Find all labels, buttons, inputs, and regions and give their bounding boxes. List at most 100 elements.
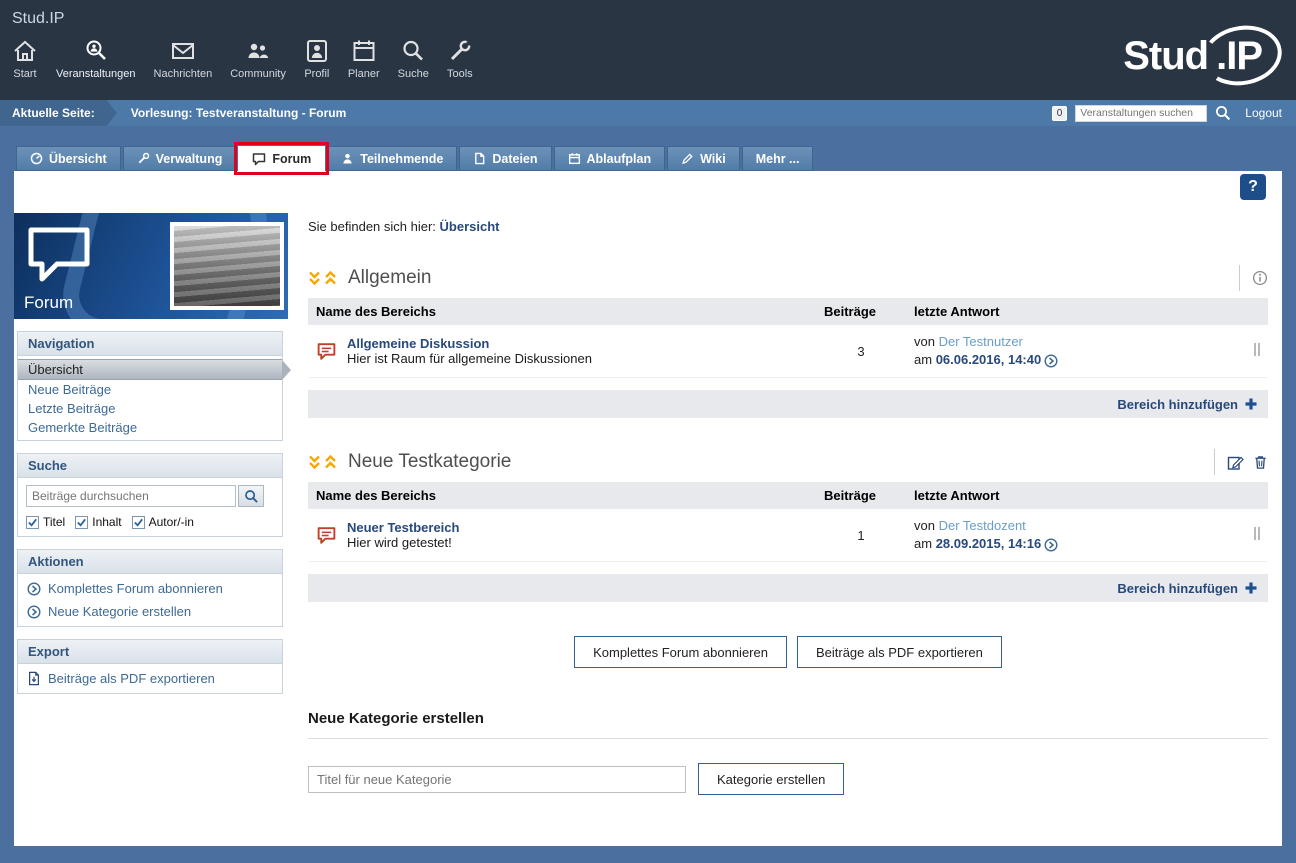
edit-icon[interactable] [1227, 454, 1244, 471]
posts-count: 3 [816, 325, 906, 378]
expand-all-icon[interactable] [324, 271, 337, 286]
nav-item-suche[interactable]: Suche [398, 36, 429, 80]
goto-post-icon[interactable] [1044, 354, 1058, 368]
tab-dateien[interactable]: Dateien [459, 146, 551, 171]
tab-label: Mehr ... [756, 152, 800, 166]
tab-forum[interactable]: Forum [238, 146, 325, 171]
export-pdf-button[interactable]: Beiträge als PDF exportieren [797, 636, 1002, 668]
nav-item-nachrichten[interactable]: Nachrichten [154, 36, 213, 80]
collapse-all-icon[interactable] [308, 271, 321, 286]
subscribe-forum-link[interactable]: Komplettes Forum abonnieren [18, 577, 282, 600]
forum-banner: Forum [14, 213, 288, 319]
main-nav: Start Veranstaltungen Nachrichten Commun… [12, 36, 473, 80]
admin-icon [137, 152, 150, 165]
checkbox-label: Titel [43, 515, 65, 529]
column-header-name: Name des Bereichs [308, 298, 816, 325]
wrench-icon [447, 36, 473, 64]
forum-bubble-icon [24, 223, 104, 290]
create-category-button[interactable]: Kategorie erstellen [698, 763, 844, 795]
last-post-link[interactable]: 06.06.2016, 14:40 [936, 352, 1042, 367]
row-drag-handle[interactable] [1254, 343, 1260, 356]
tab-uebersicht[interactable]: Übersicht [16, 146, 121, 171]
studip-logo: Stud.IP [1123, 34, 1270, 79]
arrow-circle-icon [27, 582, 41, 596]
course-search-input[interactable] [1075, 105, 1207, 122]
area-description: Hier wird getestet! [347, 535, 452, 550]
action-label: Neue Kategorie erstellen [48, 604, 191, 619]
nav-item-tools[interactable]: Tools [447, 36, 473, 80]
export-pdf-link[interactable]: Beiträge als PDF exportieren [18, 667, 282, 690]
search-icon[interactable] [1215, 105, 1231, 121]
sidebar-item-uebersicht[interactable]: Übersicht [18, 359, 282, 380]
sidebar: Forum Navigation Übersicht Neue Beiträge… [14, 213, 288, 816]
column-header-answer: letzte Antwort [906, 482, 1246, 509]
participants-icon [341, 152, 354, 165]
last-post-link[interactable]: 28.09.2015, 14:16 [936, 536, 1042, 551]
schedule-icon [568, 152, 581, 165]
info-icon[interactable] [1252, 270, 1268, 286]
area-link[interactable]: Allgemeine Diskussion [347, 336, 592, 351]
actions-box-header: Aktionen [18, 550, 282, 574]
nav-label: Tools [447, 68, 473, 80]
checkbox-autor[interactable] [132, 516, 145, 529]
add-area-link[interactable]: Bereich hinzufügen [1117, 581, 1258, 596]
logout-link[interactable]: Logout [1245, 106, 1282, 120]
tab-teilnehmende[interactable]: Teilnehmende [327, 146, 457, 171]
tab-bar: Übersicht Verwaltung Forum Teilnehmende … [16, 146, 1296, 171]
nav-item-profil[interactable]: Profil [304, 36, 330, 80]
user-link[interactable]: Der Testnutzer [939, 334, 1023, 349]
add-area-link[interactable]: Bereich hinzufügen [1117, 397, 1258, 412]
tab-wiki[interactable]: Wiki [667, 146, 740, 171]
goto-post-icon[interactable] [1044, 538, 1058, 552]
nav-item-community[interactable]: Community [230, 36, 286, 80]
create-category-link[interactable]: Neue Kategorie erstellen [18, 600, 282, 623]
tab-label: Verwaltung [156, 152, 223, 166]
lecture-hall-photo [170, 222, 284, 310]
nav-item-planer[interactable]: Planer [348, 36, 380, 80]
navigation-box-header: Navigation [18, 332, 282, 356]
navigation-list: Übersicht Neue Beiträge Letzte Beiträge … [18, 356, 282, 440]
new-category-title-input[interactable] [308, 766, 686, 793]
sidebar-item-neue-beitraege[interactable]: Neue Beiträge [18, 380, 282, 399]
tab-mehr[interactable]: Mehr ... [742, 146, 814, 171]
location-line: Sie befinden sich hier: Übersicht [308, 219, 1268, 234]
forum-search-button[interactable] [238, 485, 264, 507]
answer-by-prefix: von [914, 518, 935, 533]
checkbox-inhalt[interactable] [75, 516, 88, 529]
checkbox-titel[interactable] [26, 516, 39, 529]
nav-label: Veranstaltungen [56, 68, 136, 80]
category-footer: Bereich hinzufügen [308, 574, 1268, 602]
expand-all-icon[interactable] [324, 455, 337, 470]
files-icon [473, 152, 486, 165]
tab-label: Forum [272, 152, 311, 166]
location-link-uebersicht[interactable]: Übersicht [440, 219, 500, 234]
nav-label: Community [230, 68, 286, 80]
row-drag-handle[interactable] [1254, 527, 1260, 540]
help-button[interactable]: ? [1240, 174, 1266, 200]
tab-verwaltung[interactable]: Verwaltung [123, 146, 237, 171]
top-header: Stud.IP Start Veranstaltungen Nachrichte… [0, 0, 1296, 100]
subscribe-forum-button[interactable]: Komplettes Forum abonnieren [574, 636, 787, 668]
forum-search-input[interactable] [26, 485, 236, 507]
export-box: Export Beiträge als PDF exportieren [17, 639, 283, 694]
category-title: Allgemein [348, 267, 431, 289]
table-row: Allgemeine Diskussion Hier ist Raum für … [308, 325, 1268, 378]
add-area-label: Bereich hinzufügen [1117, 581, 1238, 596]
trash-icon[interactable] [1253, 454, 1268, 470]
forum-icon [252, 152, 266, 166]
plus-icon [1244, 581, 1258, 595]
user-link[interactable]: Der Testdozent [939, 518, 1026, 533]
home-icon [12, 36, 38, 64]
tab-label: Wiki [700, 152, 726, 166]
nav-label: Profil [304, 68, 329, 80]
sidebar-item-letzte-beitraege[interactable]: Letzte Beiträge [18, 399, 282, 418]
sidebar-item-gemerkte-beitraege[interactable]: Gemerkte Beiträge [18, 418, 282, 437]
forum-area-icon [316, 525, 337, 546]
community-icon [245, 36, 271, 64]
collapse-all-icon[interactable] [308, 455, 321, 470]
tab-ablaufplan[interactable]: Ablaufplan [554, 146, 666, 171]
nav-item-start[interactable]: Start [12, 36, 38, 80]
area-link[interactable]: Neuer Testbereich [347, 520, 459, 535]
nav-item-veranstaltungen[interactable]: Veranstaltungen [56, 36, 136, 80]
pdf-export-icon [27, 671, 41, 686]
